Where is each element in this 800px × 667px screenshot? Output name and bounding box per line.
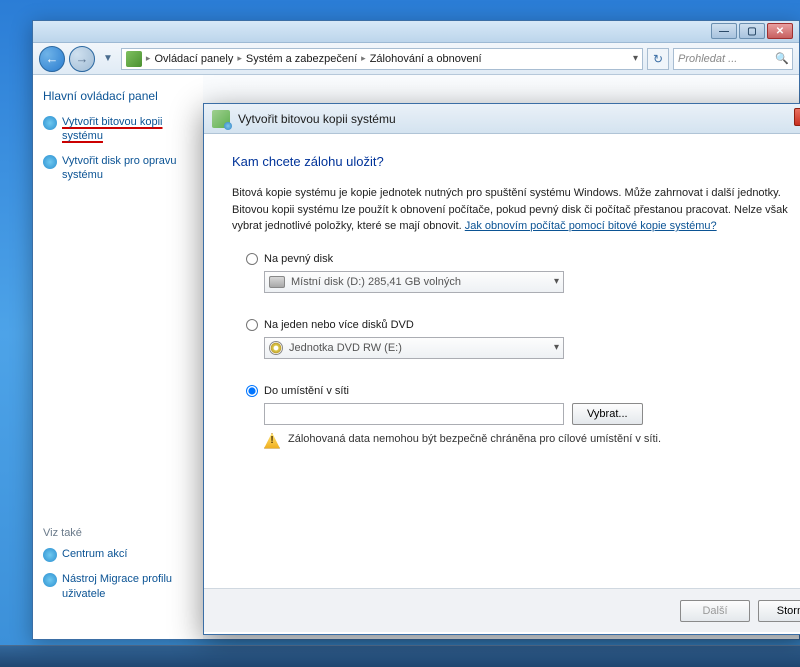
dialog-description: Bitová kopie systému je kopie jednotek n… [232, 185, 800, 235]
warning-text: Zálohovaná data nemohou být bezpečně chr… [288, 433, 661, 445]
dialog-footer: Další Storno [204, 588, 800, 632]
combo-value: Místní disk (D:) 285,41 GB volných [291, 276, 461, 288]
shield-icon [43, 155, 57, 169]
search-icon: 🔍 [775, 52, 789, 65]
chevron-right-icon: ▸ [146, 53, 151, 64]
see-also-heading: Viz také [43, 527, 193, 539]
breadcrumb-item[interactable]: Systém a zabezpečení [246, 53, 357, 65]
titlebar: — ▢ ✕ [33, 21, 799, 43]
dialog-close-button[interactable]: ✕ [794, 108, 800, 126]
option-hard-disk: Na pevný disk Místní disk (D:) 285,41 GB… [232, 253, 800, 293]
dvd-combo[interactable]: Jednotka DVD RW (E:) ▾ [264, 337, 564, 359]
warning-icon [264, 433, 280, 449]
dialog-titlebar: Vytvořit bitovou kopii systému ✕ [204, 104, 800, 134]
chevron-down-icon: ▾ [554, 342, 559, 353]
dialog-title: Vytvořit bitovou kopii systému [238, 112, 396, 126]
option-network-radio[interactable]: Do umístění v síti [232, 385, 800, 397]
sidebar-item-label: Vytvořit bitovou kopii systému [62, 115, 193, 144]
shield-icon [43, 116, 57, 130]
dialog-heading: Kam chcete zálohu uložit? [232, 154, 800, 169]
chevron-right-icon: ▸ [237, 53, 242, 64]
system-image-icon [212, 110, 230, 128]
breadcrumb[interactable]: ▸ Ovládací panely ▸ Systém a zabezpečení… [121, 48, 643, 70]
toolbar: ← → ▼ ▸ Ovládací panely ▸ Systém a zabez… [33, 43, 799, 75]
users-icon [43, 573, 57, 587]
search-input[interactable]: Prohledat ... 🔍 [673, 48, 793, 70]
chevron-down-icon[interactable]: ▾ [633, 53, 638, 64]
chevron-right-icon: ▸ [361, 53, 366, 64]
chevron-down-icon: ▾ [554, 276, 559, 287]
network-warning: Zálohovaná data nemohou být bezpečně chr… [264, 433, 800, 449]
radio-dvd[interactable] [246, 319, 258, 331]
history-dropdown-icon[interactable]: ▼ [103, 53, 113, 64]
option-label: Do umístění v síti [264, 385, 349, 397]
search-placeholder: Prohledat ... [678, 53, 737, 65]
browse-button[interactable]: Vybrat... [572, 403, 643, 425]
option-label: Na jeden nebo více disků DVD [264, 319, 414, 331]
refresh-button[interactable]: ↻ [647, 48, 669, 70]
control-panel-icon [126, 51, 142, 67]
option-network: Do umístění v síti Vybrat... Zálohovaná … [232, 385, 800, 449]
option-dvd: Na jeden nebo více disků DVD Jednotka DV… [232, 319, 800, 359]
radio-hard-disk[interactable] [246, 253, 258, 265]
dvd-icon [269, 341, 283, 355]
sidebar-item-label: Centrum akcí [62, 547, 127, 561]
sidebar-item-create-repair-disc[interactable]: Vytvořit disk pro opravu systému [43, 154, 193, 183]
breadcrumb-item[interactable]: Zálohování a obnovení [370, 53, 482, 65]
create-system-image-dialog: Vytvořit bitovou kopii systému ✕ Kam chc… [203, 103, 800, 635]
flag-icon [43, 548, 57, 562]
network-path-input[interactable] [264, 403, 564, 425]
sidebar-item-label: Nástroj Migrace profilu uživatele [62, 572, 193, 601]
sidebar: Hlavní ovládací panel Vytvořit bitovou k… [33, 75, 203, 639]
hard-disk-combo[interactable]: Místní disk (D:) 285,41 GB volných ▾ [264, 271, 564, 293]
radio-network[interactable] [246, 385, 258, 397]
help-link[interactable]: Jak obnovím počítač pomocí bitové kopie … [465, 220, 717, 232]
option-hard-disk-radio[interactable]: Na pevný disk [232, 253, 800, 265]
sidebar-item-create-system-image[interactable]: Vytvořit bitovou kopii systému [43, 115, 193, 144]
forward-button[interactable]: → [69, 46, 95, 72]
sidebar-item-action-center[interactable]: Centrum akcí [43, 547, 193, 562]
option-dvd-radio[interactable]: Na jeden nebo více disků DVD [232, 319, 800, 331]
back-button[interactable]: ← [39, 46, 65, 72]
maximize-button[interactable]: ▢ [739, 23, 765, 39]
combo-value: Jednotka DVD RW (E:) [289, 342, 402, 354]
close-button[interactable]: ✕ [767, 23, 793, 39]
cancel-button[interactable]: Storno [758, 600, 800, 622]
sidebar-item-migration-tool[interactable]: Nástroj Migrace profilu uživatele [43, 572, 193, 601]
drive-icon [269, 276, 285, 288]
sidebar-item-label: Vytvořit disk pro opravu systému [62, 154, 193, 183]
dialog-body: Kam chcete zálohu uložit? Bitová kopie s… [204, 134, 800, 588]
option-label: Na pevný disk [264, 253, 333, 265]
taskbar[interactable] [0, 645, 800, 667]
sidebar-heading[interactable]: Hlavní ovládací panel [43, 89, 193, 103]
next-button[interactable]: Další [680, 600, 750, 622]
breadcrumb-item[interactable]: Ovládací panely [154, 53, 233, 65]
minimize-button[interactable]: — [711, 23, 737, 39]
